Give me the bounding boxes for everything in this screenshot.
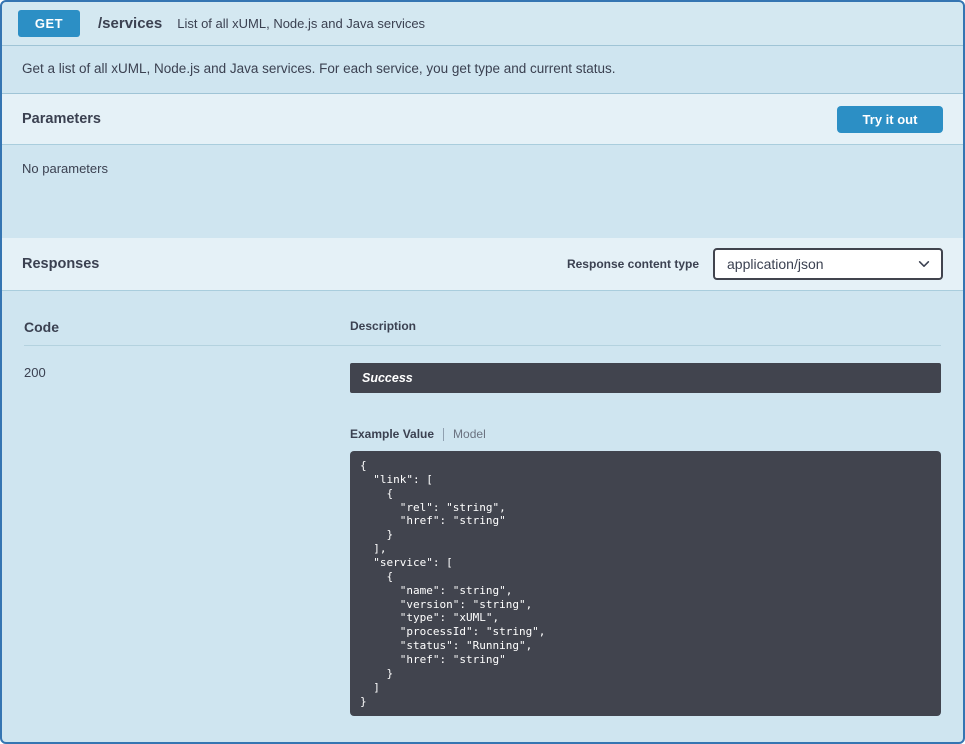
no-parameters-text: No parameters (22, 161, 943, 176)
endpoint-path: /services (98, 15, 162, 32)
operation-block-get-services: GET /services List of all xUML, Node.js … (0, 0, 965, 744)
response-content-type-label: Response content type (567, 257, 699, 271)
endpoint-summary: List of all xUML, Node.js and Java servi… (177, 16, 425, 31)
operation-description: Get a list of all xUML, Node.js and Java… (2, 46, 963, 94)
response-content-type-group: Response content type application/json (567, 248, 943, 280)
responses-table-header: Code Description (24, 307, 941, 346)
response-description-cell: Success Example Value Model { "link": [ … (350, 363, 941, 716)
responses-title: Responses (22, 256, 99, 272)
example-json-block[interactable]: { "link": [ { "rel": "string", "href": "… (350, 451, 941, 716)
parameters-title: Parameters (22, 111, 101, 127)
response-row-200: 200 Success Example Value Model { "link"… (24, 346, 941, 716)
chevron-down-icon (917, 257, 931, 271)
parameters-section-header: Parameters Try it out (2, 94, 963, 145)
response-code: 200 (24, 363, 350, 716)
responses-section-header: Responses Response content type applicat… (2, 238, 963, 291)
response-description-bar: Success (350, 363, 941, 393)
parameters-body: No parameters (2, 145, 963, 238)
response-content-type-select[interactable]: application/json (713, 248, 943, 280)
example-model-tabs: Example Value Model (350, 427, 941, 441)
operation-summary[interactable]: GET /services List of all xUML, Node.js … (2, 2, 963, 46)
try-it-out-button[interactable]: Try it out (837, 106, 943, 133)
selected-content-type: application/json (727, 256, 824, 272)
http-method-badge: GET (18, 10, 80, 37)
tab-model[interactable]: Model (453, 427, 486, 441)
description-column-header: Description (350, 319, 941, 335)
code-column-header: Code (24, 319, 350, 335)
tab-divider (443, 428, 444, 441)
tab-example-value[interactable]: Example Value (350, 427, 434, 441)
responses-table: Code Description 200 Success Example Val… (2, 291, 963, 740)
